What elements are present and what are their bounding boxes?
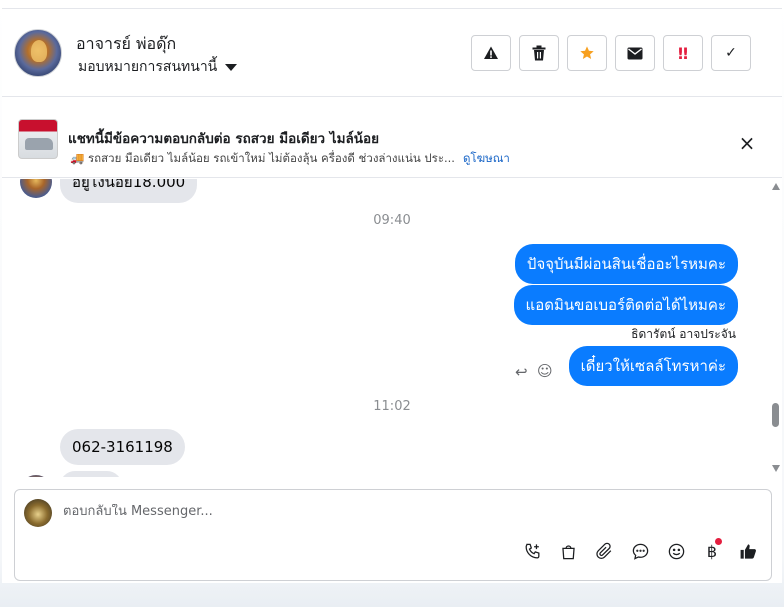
notification-dot <box>715 538 722 545</box>
mark-unread-button[interactable] <box>615 35 655 71</box>
banner-description-row: 🚚 รถสวย มือเดียว ไมล์น้อย รถเข้าใหม่ ไม่… <box>70 150 510 168</box>
contact-avatar[interactable] <box>14 29 62 77</box>
done-button[interactable]: ✓ <box>711 35 751 71</box>
trash-icon <box>532 45 546 61</box>
outgoing-message[interactable]: แอดมินขอเบอร์ติดต่อได้ไหมคะ <box>513 285 738 325</box>
conversation-panel: อาจารย์ พ่อดุ๊ก มอบหมายการสนทนานี้ ‼ ✓ แ… <box>2 8 782 583</box>
banner-title: แชทนี้มีข้อความตอบกลับต่อ รถสวย มือเดียว… <box>68 131 379 147</box>
car-ad-thumbnail[interactable] <box>18 119 58 159</box>
timestamp: 09:40 <box>373 213 411 228</box>
envelope-icon <box>627 47 643 59</box>
assign-label: มอบหมายการสนทนานี้ <box>78 59 218 75</box>
thumbs-up-icon[interactable] <box>737 540 759 562</box>
star-button[interactable] <box>567 35 607 71</box>
shopping-bag-icon[interactable] <box>557 540 579 562</box>
follow-up-button[interactable]: ‼ <box>663 35 703 71</box>
outgoing-message[interactable]: ปัจจุบันมีผ่อนสินเชื่ออะไรหมคะ <box>514 244 738 284</box>
sender-avatar[interactable] <box>20 475 52 477</box>
sender-avatar[interactable] <box>20 179 52 198</box>
baht-icon[interactable]: ฿ <box>701 538 723 562</box>
outgoing-message[interactable]: เดี๋ยวให้เซลล์โทรหาค่ะ <box>568 346 738 386</box>
smiley-icon[interactable] <box>665 540 687 562</box>
incoming-message[interactable]: 062-3161198 <box>60 429 185 465</box>
warning-icon <box>484 46 498 59</box>
chat-bubble-icon[interactable] <box>629 540 651 562</box>
double-exclamation-icon: ‼ <box>677 43 689 63</box>
message-scrollbar[interactable] <box>770 179 782 477</box>
sender-name: ธิดารัตน์ อาจประจัน <box>631 327 736 341</box>
scroll-up-arrow-icon[interactable] <box>772 183 780 190</box>
incoming-message[interactable]: อยู่ไงน้อย18.000 <box>60 179 198 203</box>
page-avatar <box>24 499 52 527</box>
caret-down-icon <box>225 63 238 71</box>
reply-composer: ฿ <box>14 489 772 581</box>
conversation-header: อาจารย์ พ่อดุ๊ก มอบหมายการสนทนานี้ ‼ ✓ <box>2 9 782 97</box>
check-icon: ✓ <box>725 45 737 61</box>
incoming-message-partial[interactable] <box>60 471 122 477</box>
assign-conversation-dropdown[interactable]: มอบหมายการสนทนานี้ <box>78 56 238 78</box>
delete-button[interactable] <box>519 35 559 71</box>
phone-plus-icon[interactable] <box>521 540 543 562</box>
timestamp: 11:02 <box>373 399 411 414</box>
spam-button[interactable] <box>471 35 511 71</box>
message-list[interactable]: อยู่ไงน้อย18.000 09:40 ปัจจุบันมีผ่อนสิน… <box>2 179 782 477</box>
star-icon <box>580 46 594 59</box>
banner-description: 🚚 รถสวย มือเดียว ไมล์น้อย รถเข้าใหม่ ไม่… <box>70 151 455 165</box>
paperclip-icon[interactable] <box>593 540 615 562</box>
close-icon[interactable]: × <box>736 133 758 155</box>
contact-name[interactable]: อาจารย์ พ่อดุ๊ก <box>76 32 176 57</box>
smiley-reaction-icon[interactable]: ☺ <box>537 362 553 380</box>
reply-input[interactable] <box>63 504 743 519</box>
scroll-down-arrow-icon[interactable] <box>772 465 780 472</box>
scrollbar-thumb[interactable] <box>772 403 779 427</box>
reply-icon[interactable]: ↩ <box>515 363 528 381</box>
view-ad-link[interactable]: ดูโฆษณา <box>463 150 510 168</box>
ad-context-banner: แชทนี้มีข้อความตอบกลับต่อ รถสวย มือเดียว… <box>2 97 782 178</box>
